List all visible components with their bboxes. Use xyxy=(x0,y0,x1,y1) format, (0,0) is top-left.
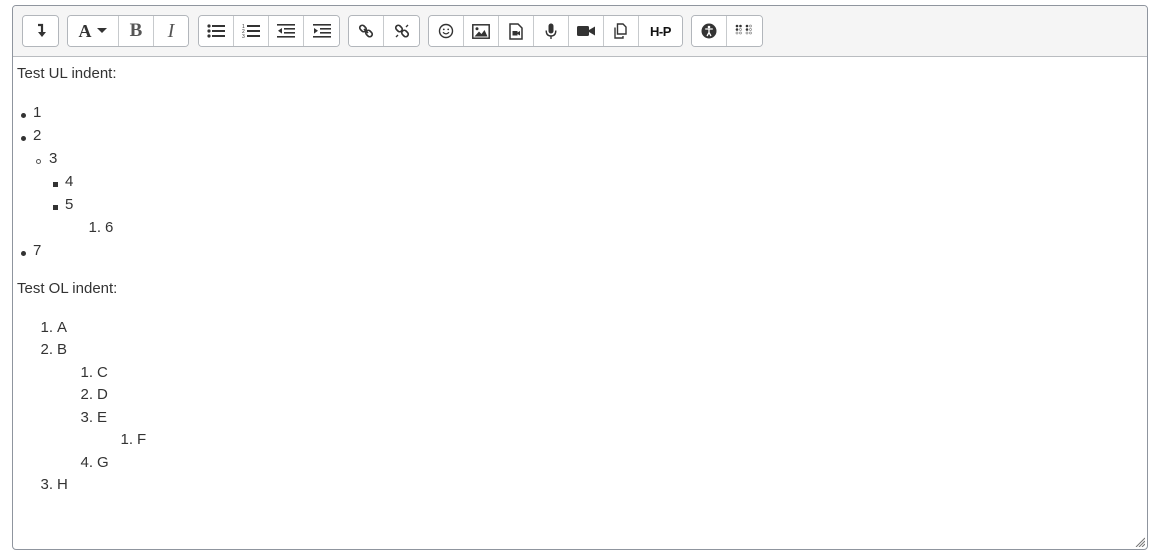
record-video-button[interactable] xyxy=(569,16,604,46)
collapse-toggle-button[interactable] xyxy=(23,16,58,46)
list-number: 1. xyxy=(40,319,53,336)
ordered-list-button[interactable]: 1 2 3 xyxy=(234,16,269,46)
italic-icon: I xyxy=(167,19,175,42)
bullet-square-icon xyxy=(53,182,58,187)
image-button[interactable] xyxy=(464,16,499,46)
collapse-toggle-icon xyxy=(37,23,46,37)
editor-content-area[interactable]: Test UL indent: 1 2 3 4 5 1. 6 7 Test OL… xyxy=(17,63,1147,549)
toolbar-group-accessibility xyxy=(691,15,763,47)
unlink-icon xyxy=(394,24,409,38)
font-style-button[interactable]: A xyxy=(68,16,119,46)
editor-toolbar: A B I 1 2 3 H-P xyxy=(13,6,1147,57)
bullet-square-icon xyxy=(53,205,58,210)
unordered-list-button[interactable] xyxy=(199,16,234,46)
h5p-icon: H-P xyxy=(650,23,671,39)
text-editor: A B I 1 2 3 H-P Test UL indent: 1 2 3 4 … xyxy=(12,5,1148,550)
unordered-list-icon xyxy=(207,24,225,38)
list-number: 3. xyxy=(40,476,53,493)
bullet-disc-icon xyxy=(21,251,26,256)
chevron-down-icon xyxy=(96,28,107,33)
media-button[interactable] xyxy=(499,16,534,46)
resize-handle-icon[interactable] xyxy=(1135,537,1145,547)
screen-reader-helper-icon xyxy=(735,24,752,35)
emoji-button[interactable] xyxy=(429,16,464,46)
outdent-icon xyxy=(277,24,295,38)
indent-icon xyxy=(312,24,331,38)
image-icon xyxy=(472,23,490,39)
italic-button[interactable]: I xyxy=(154,16,188,46)
ordered-list-icon: 1 2 3 xyxy=(242,24,260,39)
list-number: 2. xyxy=(80,386,93,403)
toolbar-group-text-style: A B I xyxy=(67,15,189,47)
bold-icon: B xyxy=(129,20,143,41)
list-number: 1. xyxy=(88,219,101,236)
ol-heading: Test OL indent: xyxy=(17,280,118,297)
accessibility-checker-icon xyxy=(701,23,717,39)
bullet-disc-icon xyxy=(21,136,26,141)
list-number: 1. xyxy=(80,364,93,381)
video-camera-icon xyxy=(577,26,595,36)
emoji-icon xyxy=(438,23,454,39)
toolbar-group-collapse xyxy=(22,15,59,47)
bullet-circle-icon xyxy=(36,159,41,164)
indent-button[interactable] xyxy=(304,16,339,46)
list-number: 2. xyxy=(40,341,53,358)
media-icon xyxy=(509,22,523,40)
font-style-icon: A xyxy=(78,20,92,41)
toolbar-group-insert: H-P xyxy=(428,15,683,47)
toolbar-group-links xyxy=(348,15,420,47)
manage-files-button[interactable] xyxy=(604,16,639,46)
list-number: 1. xyxy=(120,431,133,448)
screen-reader-helper-button[interactable] xyxy=(727,16,762,46)
bullet-disc-icon xyxy=(21,113,26,118)
list-number: 3. xyxy=(80,409,93,426)
manage-files-icon xyxy=(614,23,627,39)
link-button[interactable] xyxy=(349,16,384,46)
unlink-button[interactable] xyxy=(384,16,419,46)
outdent-button[interactable] xyxy=(269,16,304,46)
h5p-button[interactable]: H-P xyxy=(639,16,682,46)
record-audio-button[interactable] xyxy=(534,16,569,46)
accessibility-checker-button[interactable] xyxy=(692,16,727,46)
microphone-icon xyxy=(545,23,557,39)
link-icon xyxy=(358,24,374,38)
bold-button[interactable]: B xyxy=(119,16,154,46)
list-number: 4. xyxy=(80,454,93,471)
ul-heading: Test UL indent: xyxy=(17,65,117,82)
svg-text:3: 3 xyxy=(242,34,245,39)
toolbar-group-lists: 1 2 3 xyxy=(198,15,340,47)
